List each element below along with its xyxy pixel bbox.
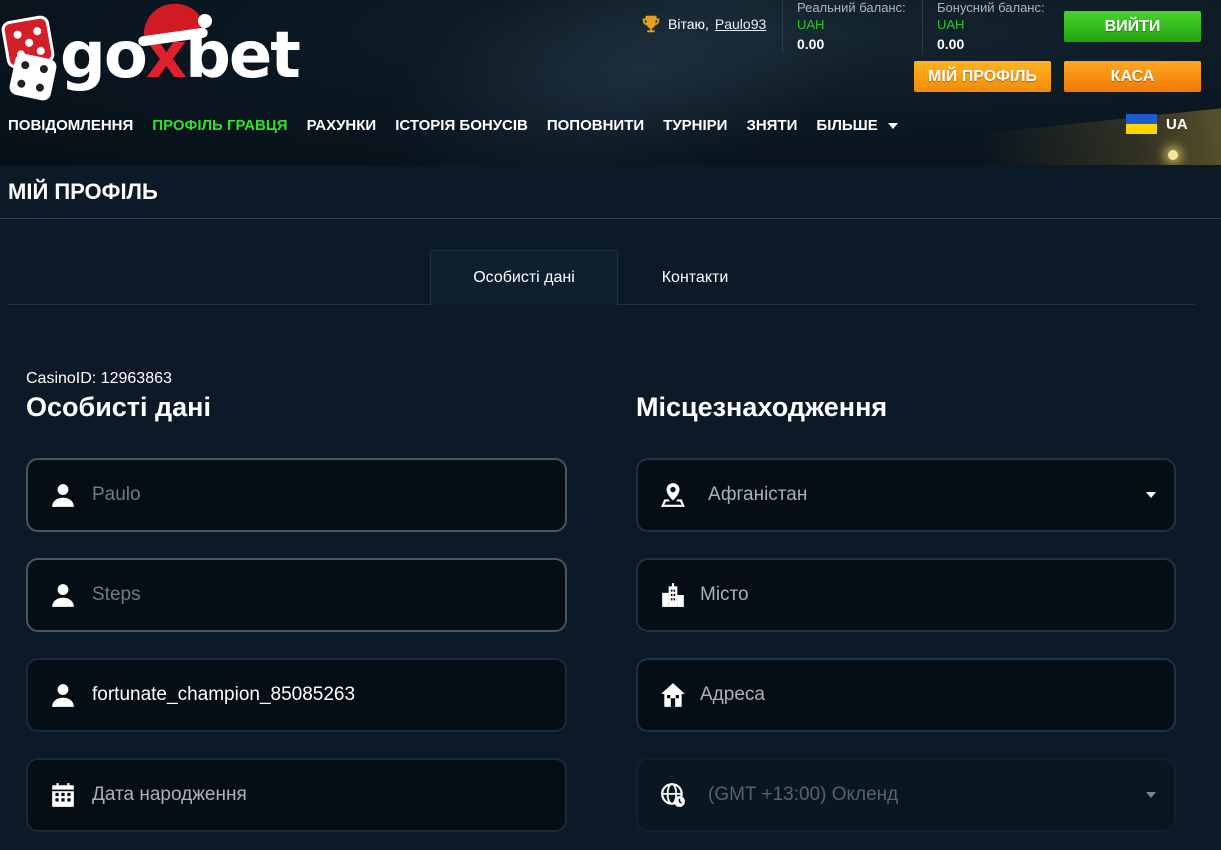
casino-id: CasinoID: 12963863 <box>26 370 172 387</box>
cashier-button[interactable]: КАСА <box>1064 61 1201 92</box>
username-link[interactable]: Paulo93 <box>715 16 766 32</box>
real-balance: Реальний баланс: UAH 0.00 <box>782 0 906 54</box>
nav-item-withdraw[interactable]: ЗНЯТИ <box>746 117 797 134</box>
address-field[interactable]: Адреса <box>636 658 1176 732</box>
nav-item-accounts[interactable]: РАХУНКИ <box>307 117 377 134</box>
trophy-icon <box>642 15 660 33</box>
location-heading: Місцезнаходження <box>636 392 888 422</box>
exit-button[interactable]: ВИЙТИ <box>1064 11 1201 42</box>
chevron-down-icon <box>887 122 898 129</box>
nav-item-notifications[interactable]: ПОВІДОМЛЕННЯ <box>8 117 133 134</box>
country-select[interactable]: Афганістан <box>636 458 1176 532</box>
timezone-value: (GMT +13:00) Окленд <box>708 784 899 805</box>
timezone-select[interactable]: (GMT +13:00) Окленд <box>636 758 1176 832</box>
calendar-icon <box>52 783 74 807</box>
language-code: UA <box>1166 115 1188 133</box>
ukraine-flag-icon <box>1126 114 1157 134</box>
nav-item-tournaments[interactable]: ТУРНІРИ <box>663 117 727 134</box>
country-value: Афганістан <box>708 484 808 505</box>
bonus-balance-label: Бонусний баланс: <box>937 0 1045 15</box>
first-name-placeholder: Paulo <box>92 484 141 505</box>
real-balance-amount: 0.00 <box>797 36 825 52</box>
map-pin-icon <box>661 483 685 507</box>
greeting-text: Вітаю, <box>668 16 709 32</box>
birthdate-field[interactable]: Дата народження <box>26 758 567 832</box>
user-icon <box>52 684 74 707</box>
nav-item-more[interactable]: БІЛЬШЕ <box>816 116 898 134</box>
greeting: Вітаю, Paulo93 <box>640 13 766 35</box>
nav-item-deposit[interactable]: ПОПОВНИТИ <box>547 117 644 134</box>
header-light-decoration <box>1168 150 1178 160</box>
personal-data-heading: Особисті дані <box>26 392 211 422</box>
santa-hat-pompom <box>198 14 212 28</box>
last-name-field[interactable]: Steps <box>26 558 567 632</box>
site-header: goxbet Вітаю, Paulo93 Реальний баланс: U… <box>0 0 1221 165</box>
tab-contacts[interactable]: Контакти <box>618 250 772 305</box>
chevron-down-icon <box>1146 492 1156 498</box>
house-icon <box>661 683 685 707</box>
chevron-down-icon <box>1146 792 1156 798</box>
user-icon <box>52 584 74 607</box>
nav-item-player-profile[interactable]: ПРОФІЛЬ ГРАВЦЯ <box>152 117 287 134</box>
user-icon <box>52 484 74 507</box>
bonus-balance: Бонусний баланс: UAH 0.00 <box>922 0 1045 54</box>
page-title-bar: МІЙ ПРОФІЛЬ <box>0 165 1221 219</box>
city-field[interactable]: Місто <box>636 558 1176 632</box>
city-placeholder: Місто <box>700 584 749 605</box>
language-selector[interactable]: UA <box>1126 114 1188 134</box>
white-dice-icon <box>8 52 58 102</box>
bonus-balance-currency: UAH <box>937 17 965 32</box>
real-balance-label: Реальний баланс: <box>797 0 906 15</box>
first-name-field[interactable]: Paulo <box>26 458 567 532</box>
page-title: МІЙ ПРОФІЛЬ <box>8 179 158 204</box>
globe-clock-icon <box>661 783 685 807</box>
main-nav: ПОВІДОМЛЕННЯ ПРОФІЛЬ ГРАВЦЯ РАХУНКИ ІСТО… <box>0 112 909 138</box>
real-balance-currency: UAH <box>797 17 825 32</box>
my-profile-button[interactable]: МІЙ ПРОФІЛЬ <box>914 61 1051 92</box>
address-placeholder: Адреса <box>700 684 765 705</box>
nickname-value: fortunate_champion_85085263 <box>92 684 356 705</box>
nickname-field[interactable]: fortunate_champion_85085263 <box>26 658 567 732</box>
city-buildings-icon <box>662 583 684 607</box>
birthdate-placeholder: Дата народження <box>92 784 247 805</box>
last-name-placeholder: Steps <box>92 584 141 605</box>
nav-item-more-label: БІЛЬШЕ <box>816 116 878 134</box>
tab-personal-data[interactable]: Особисті дані <box>430 250 618 305</box>
goxbet-logo[interactable]: goxbet <box>0 0 332 102</box>
nav-item-bonus-history[interactable]: ІСТОРІЯ БОНУСІВ <box>395 117 528 134</box>
bonus-balance-amount: 0.00 <box>937 36 965 52</box>
